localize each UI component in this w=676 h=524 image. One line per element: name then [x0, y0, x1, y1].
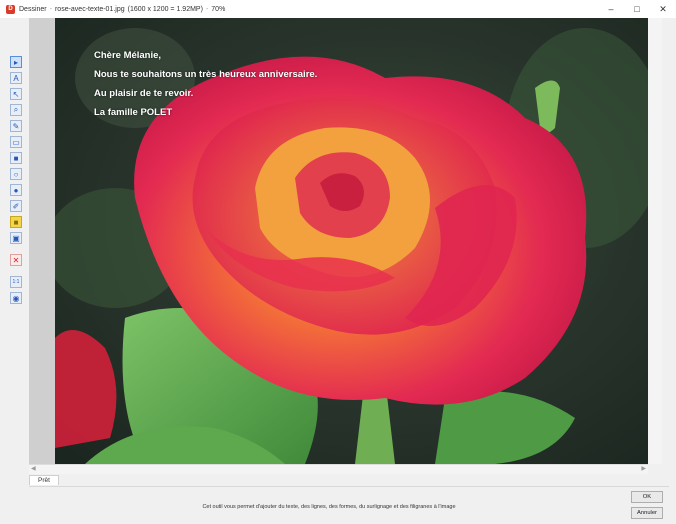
greeting-line-3: Au plaisir de te revoir. — [94, 88, 194, 99]
tool-delete-button[interactable]: ✕ — [10, 254, 22, 266]
window-controls: – □ ✕ — [598, 0, 676, 18]
delete-icon: ✕ — [12, 255, 20, 265]
title-separator: - — [49, 5, 52, 13]
scroll-right-icon[interactable]: ▶ — [641, 465, 646, 474]
title-bar: D Dessiner - rose-avec-texte-01.jpg (160… — [0, 0, 676, 18]
highlighter-icon: ✐ — [12, 201, 20, 211]
text-icon: A — [13, 73, 19, 83]
bottom-panel: Cet outil vous permet d'ajouter du texte… — [29, 486, 669, 524]
canvas-area[interactable]: Chère Mélanie, Nous te souhaitons un trè… — [29, 18, 648, 464]
image-icon: ▣ — [12, 233, 20, 243]
tool-color-button[interactable]: ■ — [10, 216, 22, 228]
filled-rectangle-icon: ■ — [13, 153, 19, 163]
zoom-icon: ⌕ — [13, 105, 19, 114]
tool-text-button[interactable]: A — [10, 72, 22, 84]
filled-ellipse-icon: ● — [13, 185, 19, 195]
pen-icon: ✎ — [12, 121, 20, 131]
tool-pen-button[interactable]: ✎ — [10, 120, 22, 132]
greeting-line-2: Nous te souhaitons un très heureux anniv… — [94, 69, 318, 80]
tool-filled-ellipse-button[interactable]: ● — [10, 184, 22, 196]
drawing-toolbar: ▸ A ↖ ⌕ ✎ ▭ ■ ○ ● ✐ ■ ▣ ✕ 1:1 ◉ — [8, 54, 24, 314]
color-icon: ■ — [13, 217, 19, 227]
app-logo-icon: D — [6, 4, 15, 14]
status-ready: Prêt — [29, 475, 59, 485]
status-bar: Prêt — [29, 475, 669, 486]
tool-actual-size-button[interactable]: 1:1 — [10, 276, 22, 288]
tool-select-button[interactable]: ▸ — [10, 56, 22, 68]
image-info: (1600 x 1200 = 1.92MP) — [127, 5, 203, 13]
title-separator-2: - — [205, 5, 209, 13]
greeting-text-overlay[interactable]: Chère Mélanie, Nous te souhaitons un trè… — [94, 46, 317, 122]
rectangle-icon: ▭ — [12, 137, 20, 147]
greeting-line-4: La famille POLET — [94, 107, 173, 118]
vertical-scrollbar[interactable] — [648, 18, 662, 464]
tool-image-button[interactable]: ▣ — [10, 232, 22, 244]
tool-arrow-button[interactable]: ↖ — [10, 88, 22, 100]
ok-button[interactable]: OK — [631, 491, 663, 503]
tool-highlighter-button[interactable]: ✐ — [10, 200, 22, 212]
tool-rectangle-button[interactable]: ▭ — [10, 136, 22, 148]
actual-size-icon: 1:1 — [12, 279, 20, 285]
fit-icon: ◉ — [12, 293, 20, 303]
scroll-left-icon[interactable]: ◀ — [31, 465, 36, 474]
select-icon: ▸ — [13, 57, 18, 67]
zoom-level: 70% — [211, 5, 226, 13]
arrow-icon: ↖ — [12, 89, 20, 99]
cancel-button[interactable]: Annuler — [631, 507, 663, 519]
horizontal-scrollbar[interactable]: ◀ ▶ — [29, 464, 648, 474]
file-name: rose-avec-texte-01.jpg — [54, 5, 125, 13]
tool-filled-rectangle-button[interactable]: ■ — [10, 152, 22, 164]
maximize-button[interactable]: □ — [624, 0, 650, 18]
help-text: Cet outil vous permet d'ajouter du texte… — [202, 504, 456, 510]
close-button[interactable]: ✕ — [650, 0, 676, 18]
app-name: Dessiner — [19, 5, 47, 13]
tool-zoom-button[interactable]: ⌕ — [10, 104, 22, 116]
tool-ellipse-button[interactable]: ○ — [10, 168, 22, 180]
minimize-button[interactable]: – — [598, 0, 624, 18]
ellipse-icon: ○ — [13, 169, 19, 179]
greeting-line-1: Chère Mélanie, — [94, 50, 162, 61]
tool-fit-button[interactable]: ◉ — [10, 292, 22, 304]
